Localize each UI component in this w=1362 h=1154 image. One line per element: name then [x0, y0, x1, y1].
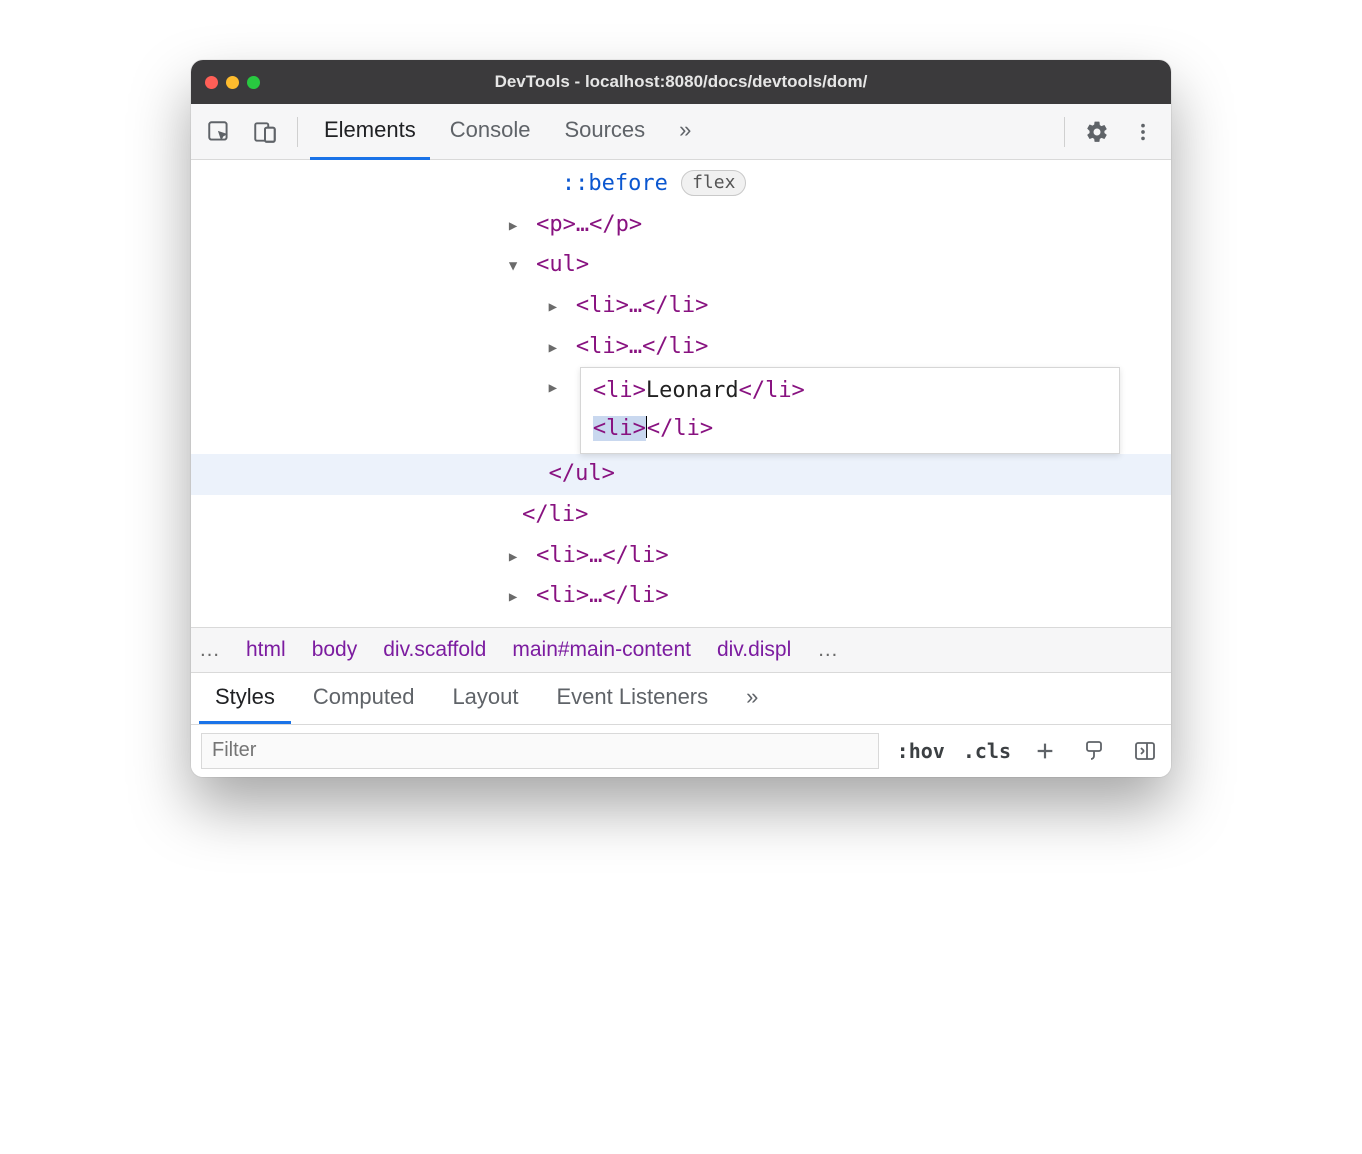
window-minimize-button[interactable]	[226, 76, 239, 89]
tab-sources[interactable]: Sources	[550, 104, 659, 160]
dom-row-highlighted[interactable]: </ul>	[191, 454, 1171, 495]
window-maximize-button[interactable]	[247, 76, 260, 89]
breadcrumb-item[interactable]: div.displ	[717, 638, 791, 662]
tab-console[interactable]: Console	[436, 104, 545, 160]
breadcrumb-item[interactable]: main#main-content	[512, 638, 691, 662]
devtools-window: DevTools - localhost:8080/docs/devtools/…	[191, 60, 1171, 777]
dom-tree[interactable]: ::before flex ▶ <p>…</p> ▼ <ul> ▶ <li>…<…	[191, 160, 1171, 627]
hov-toggle[interactable]: :hov	[897, 739, 945, 763]
paint-brush-icon[interactable]	[1079, 735, 1111, 767]
subtabs-overflow[interactable]: »	[730, 672, 774, 724]
styles-filter-input[interactable]	[201, 733, 879, 769]
flex-badge[interactable]: flex	[681, 170, 746, 196]
breadcrumb-item[interactable]: html	[246, 638, 286, 662]
subtab-styles[interactable]: Styles	[199, 672, 291, 724]
dom-row-pseudo[interactable]: ::before flex	[191, 164, 1171, 205]
styles-filter-row: :hov .cls	[191, 725, 1171, 777]
dom-row[interactable]: ▶ <li>…</li>	[191, 576, 1171, 617]
dom-row[interactable]: ▼ <ul>	[191, 245, 1171, 286]
breadcrumb-overflow-right[interactable]: …	[817, 638, 838, 662]
subtab-layout[interactable]: Layout	[436, 672, 534, 724]
dom-row[interactable]: </li>	[191, 495, 1171, 536]
caret-right-icon[interactable]: ▶	[509, 545, 523, 571]
computed-panel-toggle-icon[interactable]	[1129, 735, 1161, 767]
cls-toggle[interactable]: .cls	[963, 739, 1011, 763]
html-edit-box[interactable]: <li>Leonard</li><li></li>	[580, 367, 1120, 454]
dom-row[interactable]: ▶ <p>…</p>	[191, 205, 1171, 246]
dom-row[interactable]: ▶ <li>…</li>	[191, 536, 1171, 577]
caret-right-icon[interactable]: ▶	[549, 295, 563, 321]
breadcrumb: … html body div.scaffold main#main-conte…	[191, 627, 1171, 673]
kebab-menu-icon[interactable]	[1123, 112, 1163, 152]
window-title: DevTools - localhost:8080/docs/devtools/…	[191, 72, 1171, 92]
breadcrumb-overflow-left[interactable]: …	[199, 638, 220, 662]
tab-elements[interactable]: Elements	[310, 104, 430, 160]
window-controls	[205, 76, 260, 89]
window-close-button[interactable]	[205, 76, 218, 89]
dom-row-edit[interactable]: ▶ <li>Leonard</li><li></li>	[191, 367, 1171, 454]
titlebar: DevTools - localhost:8080/docs/devtools/…	[191, 60, 1171, 104]
subtab-event-listeners[interactable]: Event Listeners	[541, 672, 725, 724]
device-toggle-icon[interactable]	[245, 112, 285, 152]
breadcrumb-item[interactable]: body	[312, 638, 358, 662]
styles-subtabs: Styles Computed Layout Event Listeners »	[191, 673, 1171, 725]
subtab-computed[interactable]: Computed	[297, 672, 431, 724]
caret-right-icon[interactable]: ▶	[549, 336, 563, 362]
main-toolbar: Elements Console Sources »	[191, 104, 1171, 160]
tabs-overflow[interactable]: »	[665, 104, 705, 160]
caret-right-icon[interactable]: ▶	[509, 585, 523, 611]
inspect-element-icon[interactable]	[199, 112, 239, 152]
caret-right-icon[interactable]: ▶	[549, 376, 563, 402]
dom-row[interactable]: ▶ <li>…</li>	[191, 286, 1171, 327]
dom-row[interactable]: ▶ <li>…</li>	[191, 327, 1171, 368]
toolbar-separator	[1064, 117, 1065, 147]
caret-right-icon[interactable]: ▶	[509, 214, 523, 240]
breadcrumb-item[interactable]: div.scaffold	[383, 638, 486, 662]
toolbar-separator	[297, 117, 298, 147]
new-style-rule-icon[interactable]	[1029, 735, 1061, 767]
settings-gear-icon[interactable]	[1077, 112, 1117, 152]
caret-down-icon[interactable]: ▼	[509, 254, 523, 280]
